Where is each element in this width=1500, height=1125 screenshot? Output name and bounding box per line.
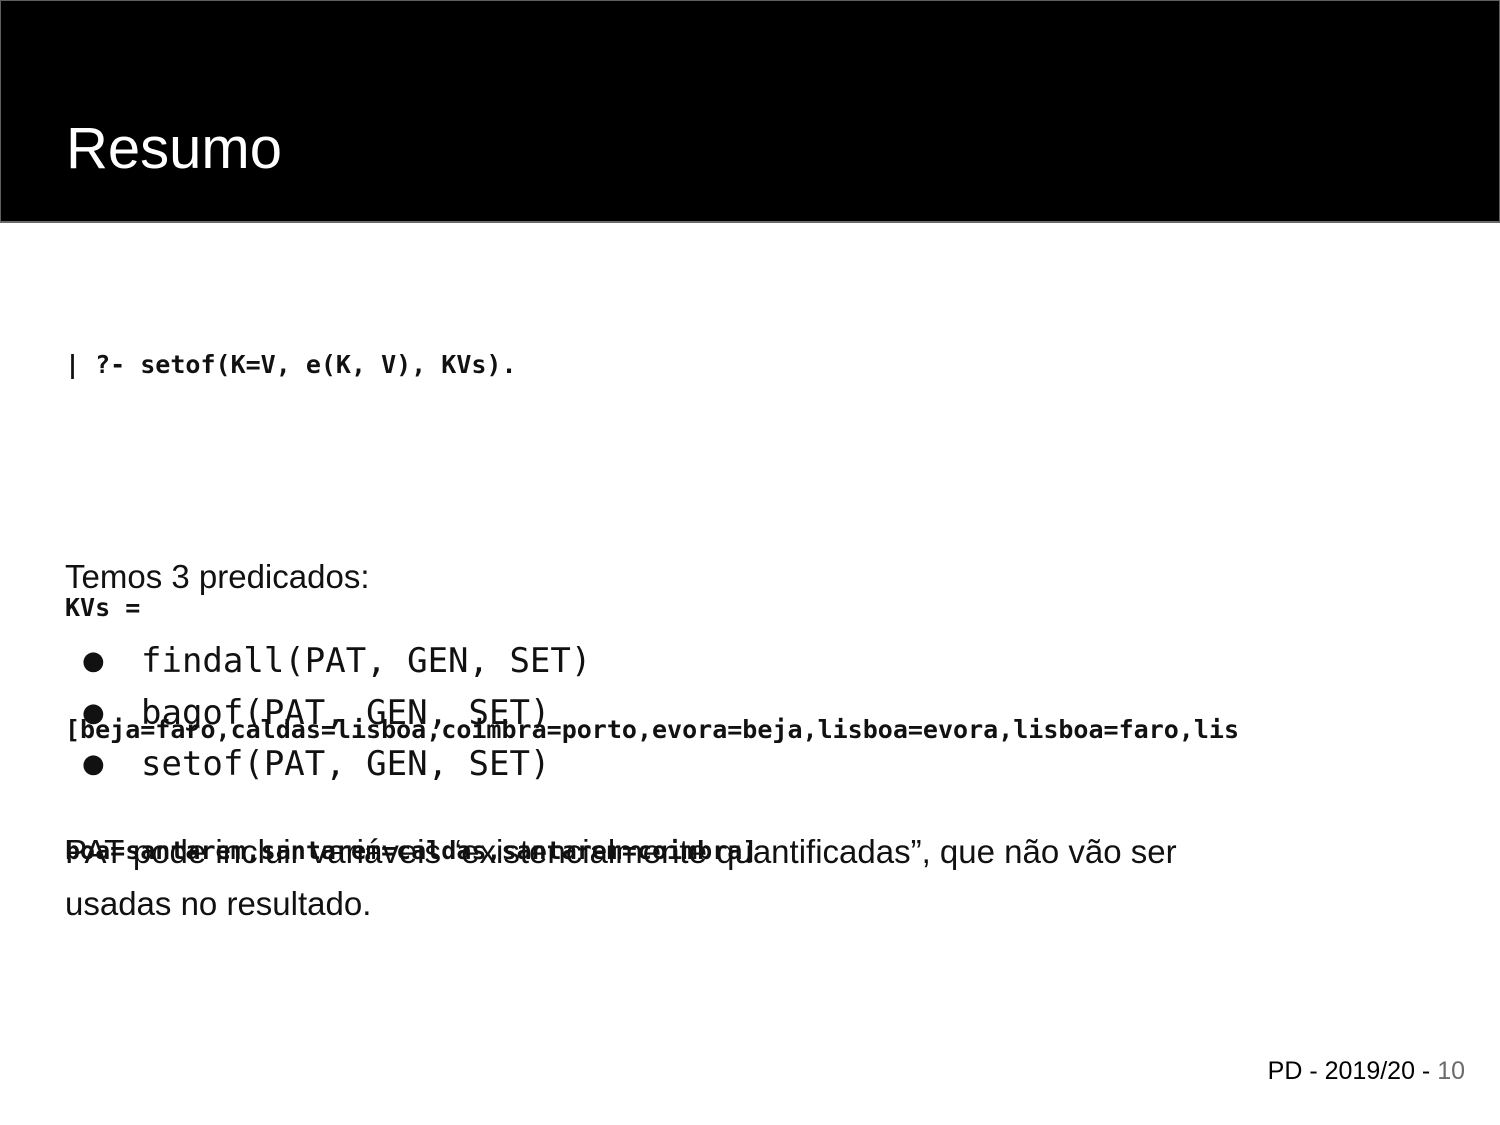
page-number: 10 — [1437, 1057, 1465, 1085]
slide-title: Resumo — [66, 116, 282, 181]
paragraph-line: PAT pode incluir variáveis “existencialm… — [65, 833, 1177, 870]
code-line: | ?- setof(K=V, e(K, V), KVs). — [65, 350, 517, 379]
predicate-findall: findall(PAT, GEN, SET) — [141, 641, 592, 681]
bullet-icon: ● — [82, 749, 105, 779]
bullet-icon: ● — [82, 646, 105, 676]
predicate-bagof: bagof(PAT, GEN, SET) — [141, 692, 551, 733]
title-bar: Resumo — [0, 0, 1500, 223]
paragraph-line: usadas no resultado. — [65, 884, 372, 922]
slide-footer: PD - 2019/20 - 10 — [1268, 1053, 1465, 1089]
bullet-icon: ● — [82, 697, 105, 728]
predicate-setof: setof(PAT, GEN, SET) — [141, 744, 551, 784]
intro-text: Temos 3 predicados: — [65, 558, 370, 595]
explanation-paragraph: PAT pode incluir variáveis “existencialm… — [65, 826, 1395, 929]
course-label: PD - 2019/20 - — [1267, 1057, 1438, 1085]
